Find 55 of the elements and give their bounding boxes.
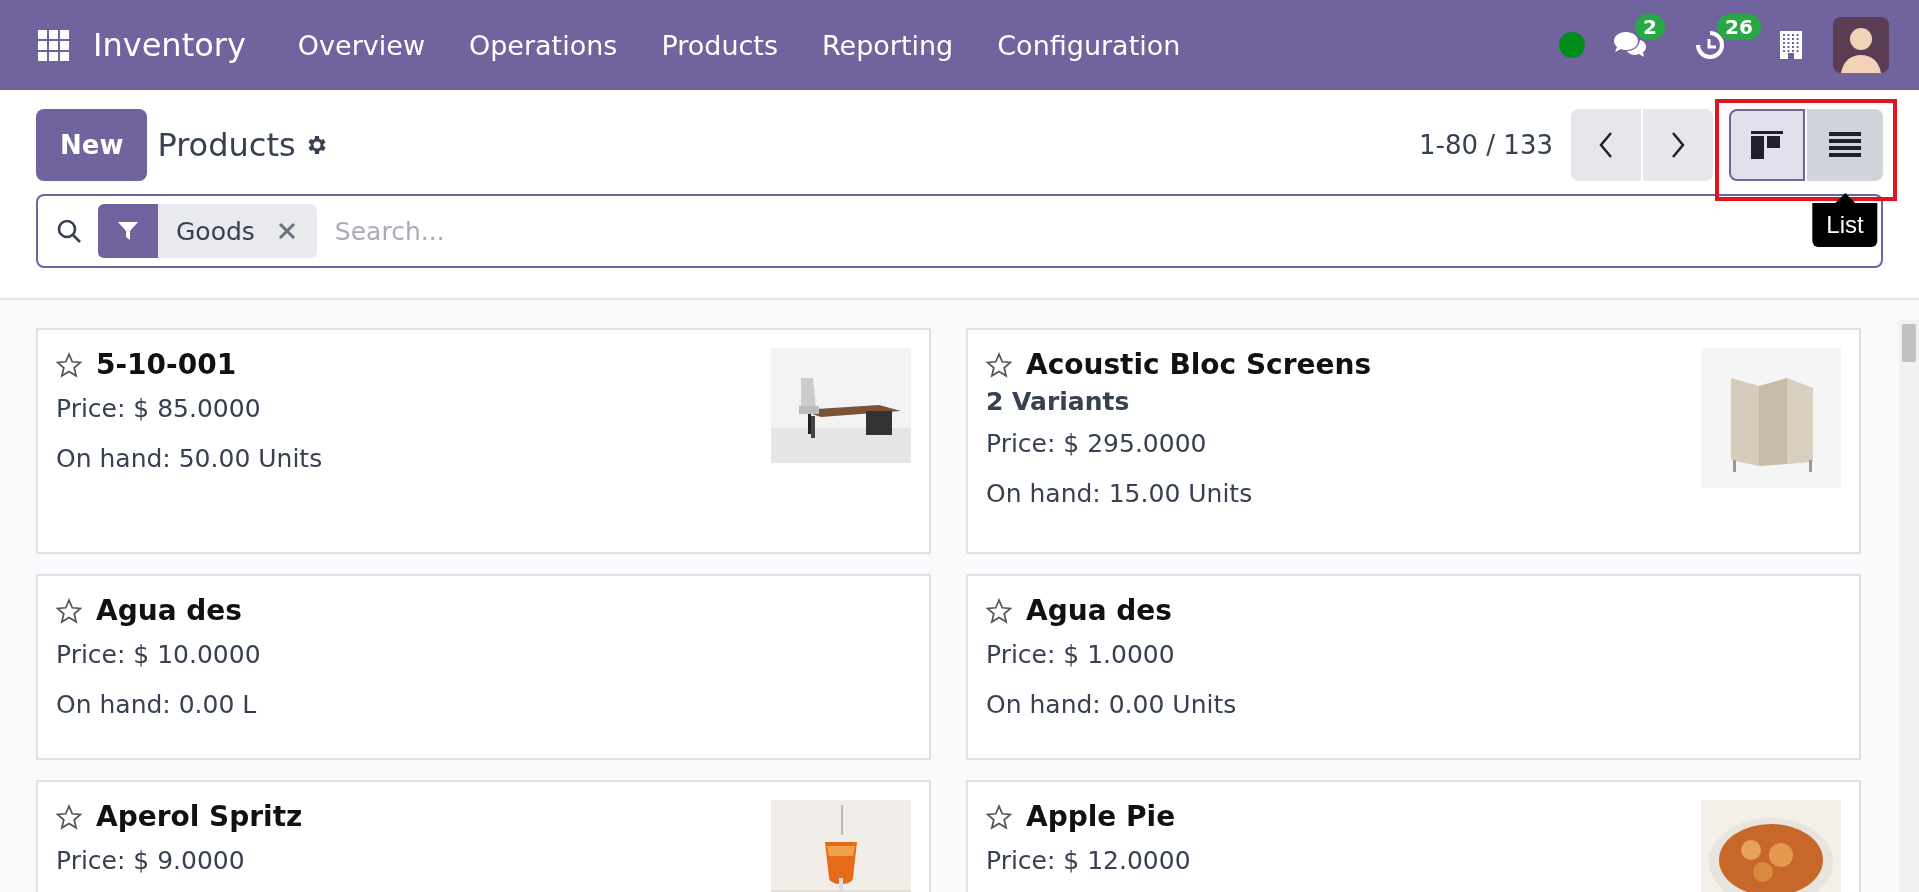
price-text: Price: $ 1.0000 [986, 639, 1176, 671]
product-name: Apple Pie [1026, 800, 1176, 833]
menu-item[interactable]: Operations [446, 29, 640, 61]
close-icon[interactable] [276, 221, 297, 241]
menu-item[interactable]: Configuration [975, 29, 1203, 61]
facet-label: Goods [176, 216, 255, 246]
product-card[interactable]: Agua des Price: $ 10.0000 On hand: 0.00 L [36, 574, 931, 760]
price-text: Price: $ 85.0000 [56, 393, 262, 425]
price-text: Price: $ 295.0000 [986, 428, 1208, 460]
menu-item[interactable]: Reporting [800, 29, 976, 61]
star-icon[interactable] [986, 803, 1012, 830]
product-name: Agua des [1026, 594, 1172, 627]
building-icon[interactable] [1779, 31, 1803, 59]
on-hand-text: On hand: 0.00 Units [986, 689, 1237, 721]
notification-badge: 26 [1717, 14, 1761, 40]
product-name: Agua des [96, 594, 242, 627]
pager-value: 1-80 / 133 [1419, 130, 1553, 160]
menu-item[interactable]: Overview [275, 29, 447, 61]
product-card[interactable]: Acoustic Bloc Screens 2 Variants Price: $ 295.0000 On hand: 15.00 Units [966, 328, 1861, 554]
search-icon [56, 218, 82, 244]
star-icon[interactable] [56, 803, 82, 830]
apps-menu-icon[interactable] [38, 29, 69, 61]
star-icon[interactable] [56, 597, 82, 624]
product-name: Aperol Spritz [96, 800, 303, 833]
product-card[interactable]: Aperol Spritz Price: $ 9.0000 [36, 780, 931, 892]
product-card[interactable]: Agua des Price: $ 1.0000 On hand: 0.00 Units [966, 574, 1861, 760]
star-icon[interactable] [986, 597, 1012, 624]
product-card[interactable]: 5-10-001 Price: $ 85.0000 On hand: 50.00 Units [36, 328, 931, 554]
app-name[interactable]: Inventory [93, 26, 246, 64]
scrollbar-thumb[interactable] [1902, 324, 1916, 362]
price-text: Price: $ 9.0000 [56, 845, 246, 877]
on-hand-text: On hand: 50.00 Units [56, 443, 323, 475]
scrollbar[interactable] [1899, 320, 1919, 892]
on-hand-text: On hand: 15.00 Units [986, 478, 1254, 510]
on-hand-text: On hand: 0.00 L [56, 689, 258, 721]
avatar-icon[interactable] [1833, 17, 1889, 73]
variant-count: 2 Variants [986, 387, 1131, 416]
filter-icon [117, 220, 139, 242]
kanban-view-button[interactable] [1729, 109, 1805, 181]
list-icon [1829, 132, 1861, 158]
page-title: Products [157, 126, 296, 164]
product-name: 5-10-001 [96, 348, 237, 381]
product-name: Acoustic Bloc Screens [1026, 348, 1372, 381]
chevron-right-icon [1670, 131, 1686, 159]
chevron-left-icon [1598, 131, 1614, 159]
star-icon[interactable] [986, 351, 1012, 378]
kanban-icon [1751, 131, 1783, 159]
product-card[interactable]: Apple Pie Price: $ 12.0000 [966, 780, 1861, 892]
notification-badge: 2 [1635, 14, 1665, 40]
price-text: Price: $ 10.0000 [56, 639, 261, 671]
clock-icon[interactable] [1695, 30, 1725, 60]
price-text: Price: $ 12.0000 [986, 845, 1191, 877]
menu-item[interactable]: Products [639, 29, 800, 61]
new-button[interactable]: New [36, 109, 148, 181]
star-icon[interactable] [56, 351, 82, 378]
